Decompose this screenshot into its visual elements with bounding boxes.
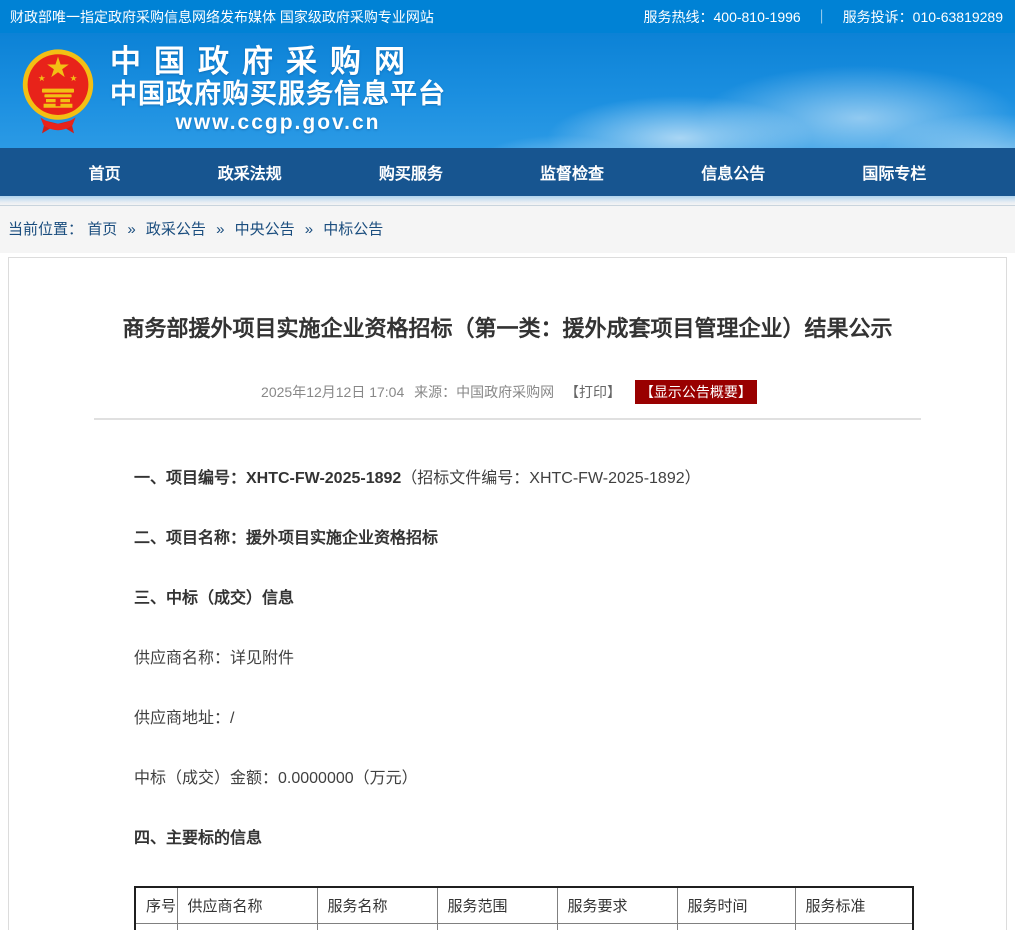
nav-item-regulations[interactable]: 政采法规 xyxy=(204,154,296,190)
col-header-service-requirement: 服务要求 xyxy=(557,887,677,924)
breadcrumb-separator: » xyxy=(127,221,135,238)
breadcrumb-label: 当前位置： xyxy=(8,221,83,238)
breadcrumb: 当前位置： 首页 » 政采公告 » 中央公告 » 中标公告 xyxy=(0,206,1015,253)
nav-item-international[interactable]: 国际专栏 xyxy=(848,154,940,190)
paragraph-award-amount: 中标（成交）金额：0.0000000（万元） xyxy=(134,768,916,790)
main-nav: 首页 政采法规 购买服务 监督检查 信息公告 国际专栏 xyxy=(0,148,1015,196)
table-row: 1 详见附件 / / / / / xyxy=(135,924,913,930)
print-button[interactable]: 【打印】 xyxy=(565,384,621,400)
article-meta: 2025年12月12日 17:04 来源：中国政府采购网 【打印】 【显示公告概… xyxy=(9,380,1006,404)
topbar-separator: ｜ xyxy=(815,7,829,27)
col-header-supplier: 供应商名称 xyxy=(177,887,317,924)
cell-seq: 1 xyxy=(135,924,177,930)
table-header-row: 序号 供应商名称 服务名称 服务范围 服务要求 服务时间 服务标准 xyxy=(135,887,913,924)
site-slogan: 财政部唯一指定政府采购信息网络发布媒体 国家级政府采购专业网站 xyxy=(10,7,434,27)
col-header-service-scope: 服务范围 xyxy=(437,887,557,924)
nav-item-purchase-services[interactable]: 购买服务 xyxy=(365,154,457,190)
cell-service-name: / xyxy=(317,924,437,930)
breadcrumb-home[interactable]: 首页 xyxy=(87,221,117,238)
breadcrumb-award-notices[interactable]: 中标公告 xyxy=(323,221,383,238)
service-complaint: 服务投诉：010-63819289 xyxy=(843,7,1003,27)
service-hotline: 服务热线：400-810-1996 xyxy=(644,7,801,27)
cell-service-standard: / xyxy=(795,924,913,930)
publish-date: 2025年12月12日 17:04 xyxy=(261,384,404,400)
article-title: 商务部援外项目实施企业资格招标（第一类：援外成套项目管理企业）结果公示 xyxy=(9,258,1006,344)
cell-supplier: 详见附件 xyxy=(177,924,317,930)
col-header-service-name: 服务名称 xyxy=(317,887,437,924)
content-panel: 商务部援外项目实施企业资格招标（第一类：援外成套项目管理企业）结果公示 2025… xyxy=(8,257,1007,930)
main-subject-table: 序号 供应商名称 服务名称 服务范围 服务要求 服务时间 服务标准 1 详见附件… xyxy=(134,886,914,930)
breadcrumb-procurement-notices[interactable]: 政采公告 xyxy=(146,221,206,238)
china-national-emblem-icon xyxy=(18,47,98,135)
article-source: 来源：中国政府采购网 xyxy=(414,384,554,400)
col-header-service-time: 服务时间 xyxy=(677,887,795,924)
col-header-service-standard: 服务标准 xyxy=(795,887,913,924)
breadcrumb-separator: » xyxy=(305,221,313,238)
cell-service-requirement: / xyxy=(557,924,677,930)
article-body: 一、项目编号：XHTC-FW-2025-1892（招标文件编号：XHTC-FW-… xyxy=(9,420,1006,930)
paragraph-supplier-address: 供应商地址：/ xyxy=(134,708,916,730)
nav-item-home[interactable]: 首页 xyxy=(75,154,135,190)
paragraph-project-number: 一、项目编号：XHTC-FW-2025-1892（招标文件编号：XHTC-FW-… xyxy=(134,468,916,490)
site-name: 中国政府采购网 xyxy=(110,45,446,79)
breadcrumb-separator: » xyxy=(216,221,224,238)
col-header-seq: 序号 xyxy=(135,887,177,924)
site-logo[interactable]: 中国政府采购网 中国政府购买服务信息平台 www.ccgp.gov.cn xyxy=(0,45,446,136)
site-header: 中国政府采购网 中国政府购买服务信息平台 www.ccgp.gov.cn xyxy=(0,33,1015,148)
paragraph-award-info-heading: 三、中标（成交）信息 xyxy=(134,588,916,610)
paragraph-main-subject-heading: 四、主要标的信息 xyxy=(134,828,916,850)
show-summary-button[interactable]: 【显示公告概要】 xyxy=(635,380,757,404)
paragraph-supplier-name: 供应商名称：详见附件 xyxy=(134,648,916,670)
paragraph-project-name: 二、项目名称：援外项目实施企业资格招标 xyxy=(134,528,916,550)
cell-service-scope: / xyxy=(437,924,557,930)
nav-bottom-strip xyxy=(0,196,1015,206)
site-url: www.ccgp.gov.cn xyxy=(110,110,446,136)
nav-item-supervision[interactable]: 监督检查 xyxy=(526,154,618,190)
top-utility-bar: 财政部唯一指定政府采购信息网络发布媒体 国家级政府采购专业网站 服务热线：400… xyxy=(0,0,1015,33)
nav-item-announcements[interactable]: 信息公告 xyxy=(687,154,779,190)
cell-service-time: / xyxy=(677,924,795,930)
breadcrumb-central-notices[interactable]: 中央公告 xyxy=(235,221,295,238)
site-subtitle: 中国政府购买服务信息平台 xyxy=(110,79,446,110)
